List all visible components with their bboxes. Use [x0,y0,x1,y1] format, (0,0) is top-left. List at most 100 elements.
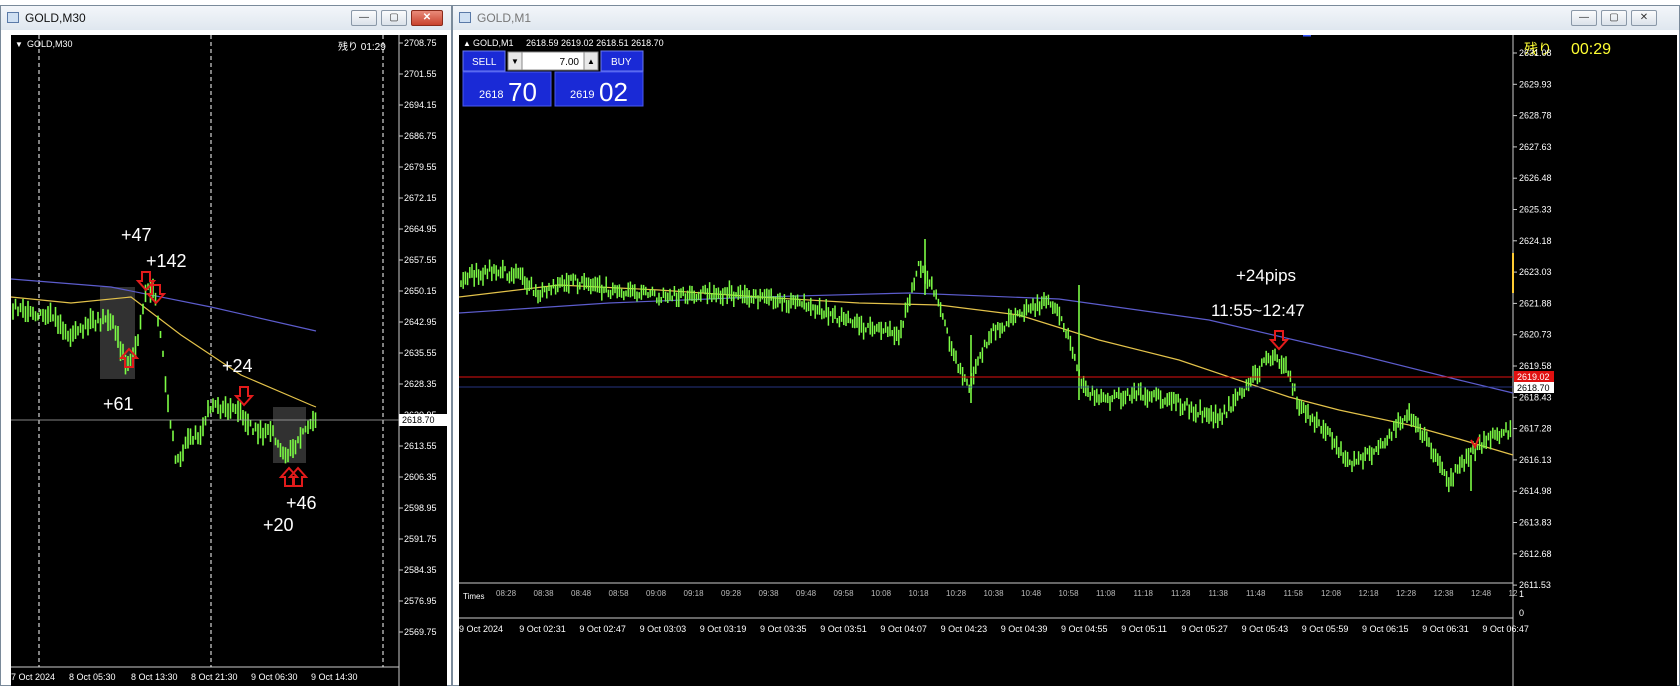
price-tick-label: 2629.93 [1519,79,1552,89]
sell-price-box[interactable] [462,71,552,107]
left-chart-area[interactable]: GOLD,M30 ▼ 残り 01:29 2708.75 2701.55 2694.1… [10,35,447,686]
price-tick-label: 2624.18 [1519,236,1552,246]
price-tick-label: 2628.35 [404,379,437,389]
price-tick-label: 2627.63 [1519,142,1552,152]
price-tick-label: 2591.75 [404,534,437,544]
price-tick-label: 2613.55 [404,441,437,451]
price-tick-label: 2598.95 [404,503,437,513]
time-axis-label: 9 Oct 06:30 [251,672,298,682]
session-time-label: 12 [1509,589,1518,598]
time-axis-label: 9 Oct 03:19 [700,624,747,634]
remaining-time-value: 00:29 [1571,41,1611,58]
price-tick-label: 2701.55 [404,69,437,79]
left-window-titlebar[interactable]: GOLD,M30 — ▢ ✕ [1,6,451,30]
price-tick-label: 2584.35 [404,565,437,575]
chart-symbol-dropdown-icon[interactable]: ▼ [15,40,23,49]
price-tick-label: 2621.88 [1519,298,1552,308]
right-price-chart[interactable]: ▲ GOLD,M1 2618.59 2619.02 2618.51 2618.7… [458,33,1677,686]
price-tick-label: 2672.15 [404,193,437,203]
remaining-time-label: 残り 01:29 [338,40,386,53]
chevron-down-icon: ▼ [511,57,519,66]
close-button[interactable]: ✕ [411,10,443,26]
price-tick-label: 2628.78 [1519,111,1552,121]
session-time-label: 09:48 [796,589,817,598]
price-tick-label: 2576.95 [404,596,437,606]
session-time-label: 11:28 [1171,589,1191,598]
time-axis-label: 9 Oct 06:47 [1482,624,1529,634]
session-time-label: 09:38 [759,589,780,598]
session-time-label: 09:08 [646,589,667,598]
left-price-chart[interactable]: GOLD,M30 ▼ 残り 01:29 2708.75 2701.55 2694.1… [10,35,447,686]
price-tick-label: 2618.43 [1519,392,1552,402]
chart-symbol-label: GOLD,M30 [27,39,73,49]
profit-annotation: +142 [146,251,187,271]
time-axis-label: 8 Oct 21:30 [191,672,238,682]
session-time-label: 11:48 [1246,589,1266,598]
time-axis-label: 9 Oct 04:07 [880,624,927,634]
buy-button-label: BUY [611,57,632,68]
session-time-label: 09:18 [684,589,705,598]
price-tick-label: 2679.55 [404,162,437,172]
maximize-button[interactable]: ▢ [381,10,407,26]
time-axis-label: 9 Oct 2024 [459,624,503,634]
ask-price-label: 2619.02 [1517,372,1550,382]
time-axis-label: 9 Oct 03:51 [820,624,867,634]
right-chart-window: GOLD,M1 — ▢ ✕ ▲ GOLD,M1 2618.59 2619.02 … [452,5,1680,686]
session-time-label: 10:48 [1021,589,1042,598]
session-time-label: 10:38 [984,589,1005,598]
chart-window-icon [7,12,19,23]
session-time-label: 09:58 [834,589,855,598]
maximize-button[interactable]: ▢ [1601,10,1627,26]
session-time-label: 12:48 [1471,589,1492,598]
one-click-trade-panel: SELL ▼ 7.00 ▲ BUY 2618 70 2619 02 [462,50,644,107]
price-tick-label: 2616.13 [1519,455,1552,465]
session-time-label: 08:38 [534,589,555,598]
session-time-label: 10:58 [1059,589,1080,598]
restore-close-button[interactable]: ✕ [1631,10,1657,26]
right-window-title: GOLD,M1 [477,11,532,25]
right-chart-area[interactable]: ▲ GOLD,M1 2618.59 2619.02 2618.51 2618.7… [458,33,1677,686]
price-tick-label: 2619.58 [1519,361,1552,371]
time-axis-label: 8 Oct 05:30 [69,672,116,682]
session-time-label: 08:48 [571,589,592,598]
time-axis-label: 9 Oct 05:59 [1302,624,1349,634]
ohlc-readout: 2618.59 2619.02 2618.51 2618.70 [526,38,664,48]
chart-symbol-label: GOLD,M1 [473,38,514,48]
time-axis-label: 9 Oct 05:43 [1242,624,1289,634]
chart-symbol-dropdown-icon[interactable]: ▲ [463,39,471,48]
time-axis-label: 9 Oct 06:31 [1422,624,1469,634]
profit-annotation: +24 [222,356,253,376]
price-tick-label: 2631.08 [1519,48,1552,58]
price-tick-label: 2694.15 [404,100,437,110]
sell-price-small: 70 [508,77,537,107]
price-tick-label: 2642.95 [404,317,437,327]
minimize-button[interactable]: — [1571,10,1597,26]
price-tick-label: 2606.35 [404,472,437,482]
sell-price-big: 2618 [479,89,503,101]
time-axis-label: 9 Oct 02:47 [579,624,626,634]
sell-arrow-icon [1268,330,1290,351]
right-window-titlebar[interactable]: GOLD,M1 — ▢ ✕ [453,6,1679,30]
time-axis-label: 9 Oct 02:31 [519,624,566,634]
profit-annotation: +20 [263,515,294,535]
price-tick-label: 2664.95 [404,224,437,234]
pips-annotation: +24pips [1236,266,1296,285]
sub-window-tick-label: 1 [1519,589,1524,599]
session-time-label: 11:08 [1096,589,1116,598]
price-tick-label: 2686.75 [404,131,437,141]
price-tick-label: 2623.03 [1519,267,1552,277]
session-time-label: 12:28 [1396,589,1417,598]
time-range-annotation: 11:55~12:47 [1211,301,1305,320]
time-axis-label: 9 Oct 03:35 [760,624,807,634]
buy-price-big: 2619 [570,89,594,101]
time-axis-label: 9 Oct 06:15 [1362,624,1409,634]
profit-annotation: +47 [121,225,152,245]
left-window-title: GOLD,M30 [25,11,86,25]
moving-average-slow [10,278,317,332]
time-axis-label: 9 Oct 04:39 [1001,624,1048,634]
minimize-button[interactable]: — [351,10,377,26]
price-tick-label: 2614.98 [1519,486,1552,496]
moving-average-fast [458,284,1514,456]
buy-price-small: 02 [599,77,628,107]
price-tick-label: 2708.75 [404,38,437,48]
